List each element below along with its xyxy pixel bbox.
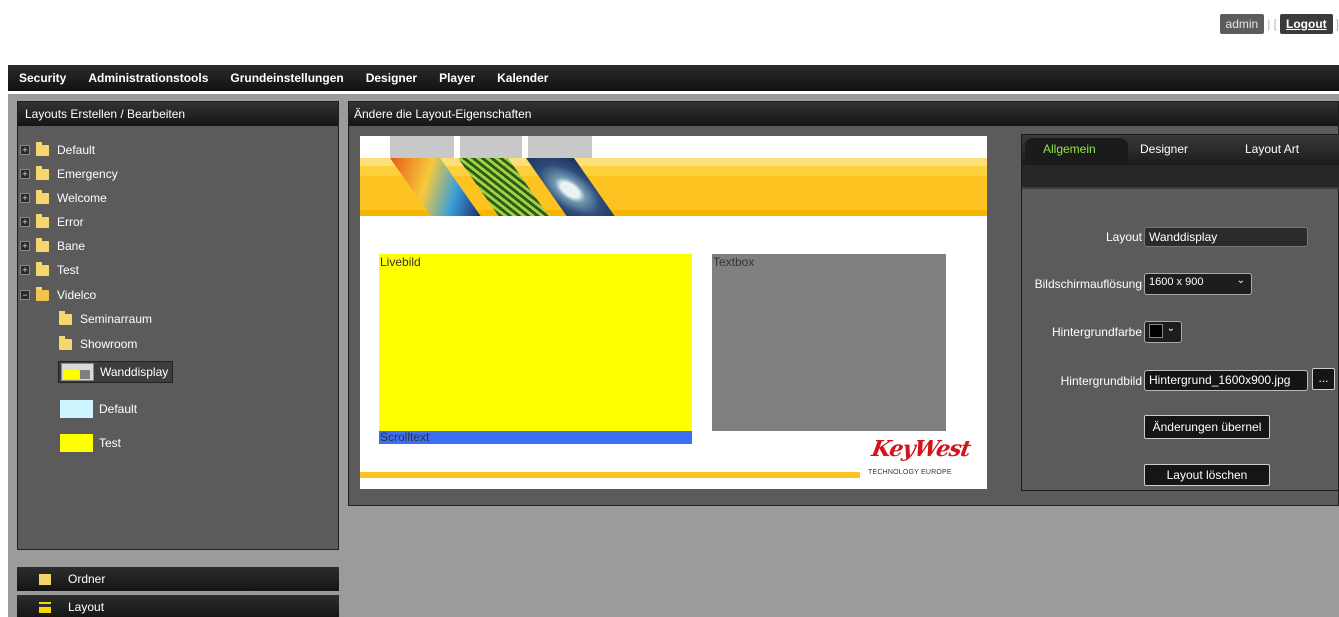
banner-stripe (360, 166, 987, 176)
folder-icon (59, 310, 72, 325)
tree-item-label: Videlco (57, 288, 97, 302)
resolution-select[interactable]: 1600 x 900 ⌄ (1144, 273, 1252, 295)
tree-item-seminarraum[interactable]: Seminarraum (59, 309, 152, 329)
expand-icon[interactable]: + (20, 265, 30, 275)
folder-icon (36, 237, 49, 252)
bgcolor-picker[interactable]: ⌄ (1144, 321, 1182, 343)
nav-player[interactable]: Player (439, 71, 475, 85)
layout-thumbnail-icon (61, 363, 94, 381)
main-nav: Security Administrationstools Grundeinst… (8, 65, 1339, 91)
separator-left: | [ (1267, 17, 1277, 31)
nav-administrationstools[interactable]: Administrationstools (88, 71, 208, 85)
properties-tabbar: Allgemein Designer Layout Art (1022, 135, 1339, 165)
layout-icon (39, 601, 51, 613)
nav-grundeinstellungen[interactable]: Grundeinstellungen (230, 71, 343, 85)
expand-icon[interactable]: + (20, 145, 30, 155)
accordion-ordner[interactable]: Ordner (17, 567, 339, 591)
apply-changes-button[interactable]: Änderungen übernel (1144, 415, 1270, 439)
layouts-panel-title: Layouts Erstellen / Bearbeiten (18, 102, 338, 126)
keywest-logo: KeyWest TECHNOLOGY EUROPE (866, 436, 982, 480)
username-badge: admin (1219, 14, 1265, 34)
tab-layout-art[interactable]: Layout Art (1245, 142, 1299, 156)
expand-icon[interactable]: + (20, 217, 30, 227)
tree-layout-default[interactable]: Default (60, 399, 137, 419)
tree-item-bane[interactable]: + Bane (20, 236, 85, 256)
separator-right: ] (1335, 17, 1339, 31)
tree-item-label: Default (57, 143, 96, 157)
footer-stripe (360, 472, 860, 478)
tree-item-label: Showroom (80, 337, 138, 351)
layout-properties-title: Ändere die Layout-Eigenschaften (349, 102, 1338, 126)
banner-stripe (360, 158, 987, 166)
tab-designer[interactable]: Designer (1140, 142, 1188, 156)
nav-security[interactable]: Security (19, 71, 66, 85)
tree-item-videlco[interactable]: − Videlco (20, 285, 96, 305)
tree-item-label: Welcome (57, 191, 107, 205)
resolution-label: Bildschirmauflösung (1034, 277, 1142, 291)
zone-scrolltext[interactable]: Scrolltext (379, 431, 692, 444)
tree-item-default[interactable]: + Default (20, 140, 95, 160)
delete-layout-button[interactable]: Layout löschen (1144, 464, 1270, 486)
banner-tab (460, 136, 522, 158)
tree-item-label: Seminarraum (80, 312, 153, 326)
banner-tab (390, 136, 454, 158)
tree-item-label: Error (57, 215, 84, 229)
layout-preview: Livebild Textbox Scrolltext KeyWest TECH… (360, 136, 987, 489)
folder-icon (59, 335, 72, 350)
zone-livebild[interactable]: Livebild (379, 254, 692, 432)
color-swatch (1149, 324, 1163, 338)
resolution-value: 1600 x 900 (1149, 276, 1204, 288)
tree-layout-wanddisplay[interactable]: Wanddisplay (58, 361, 174, 383)
bgimage-input[interactable]: Hintergrund_1600x900.jpg (1144, 370, 1308, 391)
chevron-down-icon: ⌄ (1166, 323, 1175, 334)
tree-item-welcome[interactable]: + Welcome (20, 188, 107, 208)
folder-icon (36, 261, 49, 276)
user-bar: admin | [ Logout ] (1219, 14, 1339, 34)
nav-designer[interactable]: Designer (366, 71, 417, 85)
tree-item-label: Default (99, 402, 138, 416)
tree-item-emergency[interactable]: + Emergency (20, 164, 118, 184)
layout-thumbnail-icon (60, 434, 93, 452)
layout-thumbnail-icon (60, 400, 93, 418)
tree-item-label: Bane (57, 239, 86, 253)
browse-button[interactable]: ... (1312, 368, 1335, 390)
nav-kalender[interactable]: Kalender (497, 71, 548, 85)
logo-wordmark: KeyWest (869, 436, 973, 462)
banner-tab (528, 136, 592, 158)
tree-item-error[interactable]: + Error (20, 212, 84, 232)
bgimage-label: Hintergrundbild (1060, 374, 1142, 388)
folder-icon (36, 189, 49, 204)
tree-item-test[interactable]: + Test (20, 260, 79, 280)
folder-icon (39, 573, 51, 585)
logout-button[interactable]: Logout (1280, 14, 1333, 34)
expand-icon[interactable]: + (20, 241, 30, 251)
tree-item-label: Wanddisplay (100, 365, 169, 379)
expand-icon[interactable]: + (20, 193, 30, 203)
accordion-label: Ordner (68, 572, 106, 586)
accordion-layout[interactable]: Layout (17, 595, 339, 617)
chevron-down-icon: ⌄ (1236, 275, 1245, 286)
collapse-icon[interactable]: − (20, 290, 30, 300)
properties-subbar (1022, 165, 1339, 189)
properties-box: Allgemein Designer Layout Art Layout Wan… (1021, 134, 1339, 491)
tree-item-label: Emergency (57, 167, 118, 181)
layout-name-label: Layout (1105, 230, 1142, 244)
layout-name-input[interactable]: Wanddisplay (1144, 227, 1308, 247)
zone-textbox[interactable]: Textbox (712, 254, 946, 431)
folder-icon (36, 165, 49, 180)
tree-layout-test[interactable]: Test (60, 433, 121, 453)
tree-item-label: Test (99, 436, 122, 450)
tree-item-showroom[interactable]: Showroom (59, 334, 137, 354)
layouts-panel: Layouts Erstellen / Bearbeiten + Default… (17, 101, 339, 550)
folder-icon (36, 141, 49, 156)
folder-icon (36, 213, 49, 228)
expand-icon[interactable]: + (20, 169, 30, 179)
tree-item-label: Test (57, 263, 80, 277)
bgcolor-label: Hintergrundfarbe (1051, 325, 1142, 339)
tab-allgemein[interactable]: Allgemein (1043, 142, 1096, 156)
folder-open-icon (36, 286, 49, 301)
logo-subtitle: TECHNOLOGY EUROPE (868, 469, 952, 476)
accordion-label: Layout (68, 600, 105, 614)
